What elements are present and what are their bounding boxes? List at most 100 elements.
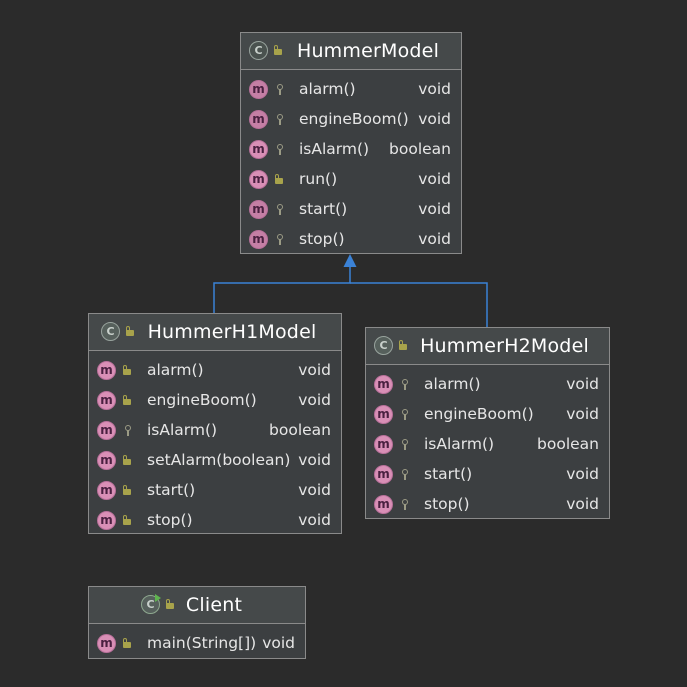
method-return-type: void — [418, 80, 451, 98]
method-row[interactable]: m engineBoom() void — [366, 399, 609, 429]
protected-visibility-icon — [274, 114, 285, 125]
method-return-type: void — [566, 375, 599, 393]
public-visibility-icon — [122, 638, 133, 649]
method-name: alarm() — [147, 361, 204, 379]
class-name: HummerModel — [296, 40, 440, 62]
public-visibility-icon — [398, 340, 409, 351]
public-visibility-icon — [122, 395, 133, 406]
method-icon: m — [249, 199, 268, 219]
method-icon: m — [97, 360, 116, 380]
class-box-hummer-h1-model[interactable]: C HummerH1Model m alarm() void m engineBoom(… — [88, 313, 342, 534]
method-row[interactable]: m stop() void — [241, 224, 461, 254]
protected-visibility-icon — [274, 144, 285, 155]
method-return-type: void — [566, 465, 599, 483]
method-list: m alarm() void m engineBoom() void m isAlarm() b… — [366, 365, 609, 519]
class-name: HummerH2Model — [420, 335, 589, 357]
method-name: start() — [147, 481, 196, 499]
public-visibility-icon — [122, 485, 133, 496]
method-name: start() — [299, 200, 348, 218]
method-icon: m — [249, 169, 268, 189]
method-name: isAlarm() — [147, 421, 218, 439]
method-icon: m — [97, 390, 116, 410]
method-name: engineBoom() — [424, 405, 534, 423]
class-header: C HummerH1Model — [89, 314, 341, 351]
class-box-client[interactable]: C Client m main(String[]) void — [88, 586, 306, 659]
method-return-type: void — [418, 110, 451, 128]
method-row[interactable]: m start() void — [89, 475, 341, 505]
method-list: m alarm() void m engineBoom() void m isAlarm() b… — [241, 70, 461, 254]
public-visibility-icon — [125, 326, 136, 337]
class-box-hummer-h2-model[interactable]: C HummerH2Model m alarm() void m engineBoom(… — [365, 327, 610, 519]
protected-visibility-icon — [122, 425, 133, 436]
method-return-type: void — [298, 511, 331, 529]
method-name: isAlarm() — [424, 435, 495, 453]
method-return-type: void — [298, 481, 331, 499]
method-name: alarm() — [424, 375, 481, 393]
method-row[interactable]: m run() void — [241, 164, 461, 194]
method-return-type: boolean — [537, 435, 599, 453]
method-name: alarm() — [299, 80, 356, 98]
method-name: stop() — [299, 230, 345, 248]
connector-h1-to-base — [213, 267, 351, 313]
method-icon: m — [97, 450, 116, 470]
method-icon: m — [374, 464, 393, 484]
method-icon: m — [374, 374, 393, 394]
public-visibility-icon — [274, 174, 285, 185]
protected-visibility-icon — [399, 499, 410, 510]
method-row[interactable]: m start() void — [366, 459, 609, 489]
public-visibility-icon — [165, 599, 176, 610]
inheritance-arrowhead — [343, 254, 357, 267]
method-row[interactable]: m engineBoom() void — [241, 104, 461, 134]
method-return-type: void — [418, 170, 451, 188]
public-visibility-icon — [122, 515, 133, 526]
method-icon: m — [249, 139, 268, 159]
method-return-type: boolean — [389, 140, 451, 158]
method-row[interactable]: m main(String[]) void — [89, 628, 305, 658]
method-return-type: void — [262, 634, 295, 652]
method-row[interactable]: m stop() void — [89, 505, 341, 535]
method-list: m alarm() void m engineBoom() void m isAlarm() b… — [89, 351, 341, 535]
method-name: main(String[]) — [147, 634, 257, 652]
runnable-class-icon: C — [141, 594, 161, 614]
class-name: Client — [185, 594, 243, 616]
method-return-type: void — [566, 495, 599, 513]
method-icon: m — [374, 404, 393, 424]
class-name: HummerH1Model — [147, 321, 317, 343]
abstract-class-icon: C — [249, 41, 268, 60]
class-box-hummer-model[interactable]: C HummerModel m alarm() void m engineBoom() v… — [240, 32, 462, 254]
method-row[interactable]: m engineBoom() void — [89, 385, 341, 415]
public-visibility-icon — [273, 45, 284, 56]
public-visibility-icon — [122, 455, 133, 466]
method-row[interactable]: m alarm() void — [366, 369, 609, 399]
method-row[interactable]: m alarm() void — [241, 74, 461, 104]
method-name: setAlarm(boolean) — [147, 451, 291, 469]
method-name: stop() — [424, 495, 470, 513]
method-list: m main(String[]) void — [89, 624, 305, 658]
protected-visibility-icon — [399, 469, 410, 480]
protected-visibility-icon — [274, 234, 285, 245]
method-return-type: void — [298, 451, 331, 469]
method-name: isAlarm() — [299, 140, 370, 158]
method-name: engineBoom() — [299, 110, 409, 128]
method-icon: m — [97, 420, 116, 440]
method-row[interactable]: m start() void — [241, 194, 461, 224]
class-header: C HummerModel — [241, 33, 461, 70]
method-row[interactable]: m isAlarm() boolean — [241, 134, 461, 164]
class-header: C HummerH2Model — [366, 328, 609, 365]
method-icon: m — [249, 79, 268, 99]
method-icon: m — [374, 494, 393, 514]
protected-visibility-icon — [274, 84, 285, 95]
method-return-type: void — [298, 361, 331, 379]
method-icon: m — [97, 633, 116, 653]
method-row[interactable]: m isAlarm() boolean — [89, 415, 341, 445]
method-row[interactable]: m setAlarm(boolean) void — [89, 445, 341, 475]
method-icon: m — [97, 480, 116, 500]
method-row[interactable]: m isAlarm() boolean — [366, 429, 609, 459]
method-name: engineBoom() — [147, 391, 257, 409]
method-row[interactable]: m stop() void — [366, 489, 609, 519]
method-icon: m — [249, 109, 268, 129]
method-icon: m — [249, 229, 268, 249]
connector-h2-to-base — [350, 282, 488, 327]
method-row[interactable]: m alarm() void — [89, 355, 341, 385]
class-header: C Client — [89, 587, 305, 624]
